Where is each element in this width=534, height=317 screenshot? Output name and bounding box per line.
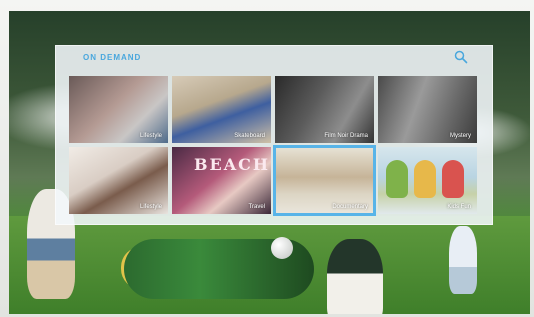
cartoon-character — [414, 160, 436, 198]
panel-title: ON DEMAND — [83, 53, 142, 62]
background-player — [449, 226, 477, 294]
search-icon — [454, 50, 468, 64]
tile-label: Travel — [248, 204, 265, 210]
on-demand-panel: ON DEMAND Lifestyle Skateboard Film Noir… — [55, 45, 493, 225]
content-grid: Lifestyle Skateboard Film Noir Drama Mys… — [69, 76, 477, 216]
thumbnail-text: BEACH — [194, 155, 270, 174]
tile-label: Kids Fun — [447, 204, 471, 210]
content-tile[interactable]: Lifestyle — [69, 147, 168, 214]
tile-label: Lifestyle — [139, 133, 162, 139]
content-tile[interactable]: Skateboard — [172, 76, 271, 143]
content-tile[interactable]: Mystery — [378, 76, 477, 143]
cartoon-character — [442, 160, 464, 198]
background-ball — [271, 237, 293, 259]
tile-label: Documentary — [332, 204, 368, 210]
content-tile[interactable]: Film Noir Drama — [275, 76, 374, 143]
content-tile[interactable]: Lifestyle — [69, 76, 168, 143]
search-button[interactable] — [454, 50, 468, 64]
tile-label: Film Noir Drama — [324, 133, 368, 139]
content-tile-selected[interactable]: Documentary — [273, 145, 376, 216]
background-player — [327, 239, 383, 314]
content-tile[interactable]: Kids Fun — [378, 147, 477, 214]
tile-label: Mystery — [450, 133, 471, 139]
tile-label: Skateboard — [234, 133, 265, 139]
cartoon-character — [386, 160, 408, 198]
tile-label: Lifestyle — [139, 204, 162, 210]
content-tile[interactable]: BEACH Travel — [172, 147, 271, 214]
